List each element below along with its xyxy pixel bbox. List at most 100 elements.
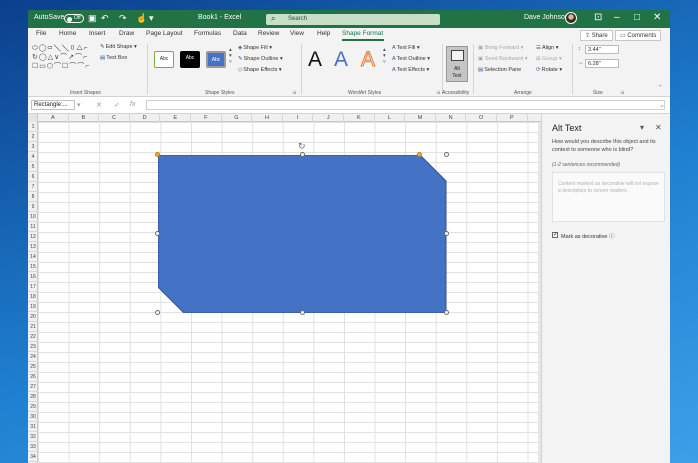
row-header[interactable]: 12 (28, 232, 38, 242)
adjust-handle[interactable] (417, 152, 422, 157)
adjust-handle[interactable] (155, 152, 160, 157)
expand-formula-bar-icon[interactable]: ⌄ (659, 101, 665, 109)
enter-icon[interactable]: ✓ (114, 101, 120, 109)
shape-height-input[interactable]: 3.44" (585, 45, 619, 54)
column-header[interactable]: D (130, 114, 161, 122)
name-box[interactable]: Rectangle:... (31, 100, 75, 110)
row-header[interactable]: 4 (28, 152, 38, 162)
row-header[interactable]: 5 (28, 162, 38, 172)
row-header[interactable]: 16 (28, 272, 38, 282)
column-header[interactable]: F (191, 114, 222, 122)
group-button[interactable]: ⊞ Group ▾ (536, 56, 562, 62)
rotate-button[interactable]: ⟳Rotate ▾ (536, 67, 562, 73)
wordart-style-black[interactable]: A (308, 49, 322, 71)
tab-home[interactable]: Home (59, 30, 76, 37)
row-header[interactable]: 27 (28, 382, 38, 392)
shape-fill-button[interactable]: ◈Shape Fill ▾ (238, 45, 272, 51)
collapse-ribbon-icon[interactable]: ⌃ (658, 85, 663, 91)
tab-data[interactable]: Data (233, 30, 247, 37)
row-header[interactable]: 22 (28, 332, 38, 342)
wordart-launcher-icon[interactable]: ⇲ (436, 90, 440, 96)
tab-insert[interactable]: Insert (89, 30, 105, 37)
row-header[interactable]: 13 (28, 242, 38, 252)
column-header[interactable]: M (405, 114, 436, 122)
row-header[interactable]: 28 (28, 392, 38, 402)
comments-button[interactable]: ▭ Comments (615, 30, 662, 41)
row-header[interactable]: 25 (28, 362, 38, 372)
row-header[interactable]: 15 (28, 262, 38, 272)
redo-icon[interactable]: ↷ (119, 13, 127, 23)
text-fill-button[interactable]: AText Fill ▾ (392, 45, 420, 51)
row-header[interactable]: 7 (28, 182, 38, 192)
column-header[interactable]: O (466, 114, 497, 122)
undo-icon[interactable]: ↶ (101, 13, 109, 23)
search-box[interactable]: ⌕ Search (266, 14, 440, 25)
column-header[interactable]: K (344, 114, 375, 122)
tab-help[interactable]: Help (317, 30, 330, 37)
column-header[interactable]: L (375, 114, 406, 122)
user-name[interactable]: Dave Johnson (524, 14, 569, 21)
name-box-dropdown-icon[interactable]: ▾ (77, 101, 81, 109)
column-header[interactable]: I (283, 114, 314, 122)
resize-handle-left[interactable] (155, 231, 160, 236)
shape-styles-scroll-icon[interactable]: ▴ ▾ ▿ (229, 47, 232, 65)
alt-text-input[interactable]: Content marked as decorative will not ex… (552, 172, 665, 222)
formula-input[interactable] (146, 100, 665, 110)
pane-options-icon[interactable]: ▾ (640, 123, 644, 132)
maximize-icon[interactable]: □ (634, 12, 640, 24)
row-header[interactable]: 6 (28, 172, 38, 182)
autosave-toggle[interactable]: Off (64, 14, 84, 23)
tab-file[interactable]: File (36, 30, 46, 37)
column-header[interactable]: N (436, 114, 467, 122)
column-header[interactable]: E (160, 114, 191, 122)
shape-width-input[interactable]: 6.28" (585, 59, 619, 68)
close-icon[interactable]: ✕ (653, 12, 661, 24)
send-backward-button[interactable]: ▣ Send Backward ▾ (478, 56, 528, 62)
column-header[interactable]: C (99, 114, 130, 122)
row-header[interactable]: 14 (28, 252, 38, 262)
row-header[interactable]: 26 (28, 372, 38, 382)
row-header[interactable]: 31 (28, 422, 38, 432)
column-header[interactable]: H (252, 114, 283, 122)
insert-function-icon[interactable]: fx (130, 101, 135, 108)
ribbon-display-options-icon[interactable]: ⊡ (594, 12, 602, 24)
save-icon[interactable]: ▣ (88, 13, 97, 23)
wordart-style-blue[interactable]: A (334, 49, 348, 71)
size-launcher-icon[interactable]: ⇲ (620, 90, 624, 96)
shape-style-outline[interactable]: Abc (154, 51, 174, 68)
tab-draw[interactable]: Draw (119, 30, 134, 37)
row-header[interactable]: 34 (28, 452, 38, 462)
row-header[interactable]: 3 (28, 142, 38, 152)
tab-shape-format[interactable]: Shape Format (342, 30, 383, 37)
edit-shape-button[interactable]: ✎Edit Shape ▾ (100, 44, 137, 50)
tab-page-layout[interactable]: Page Layout (146, 30, 183, 37)
resize-handle-right[interactable] (444, 231, 449, 236)
tab-formulas[interactable]: Formulas (194, 30, 221, 37)
row-header[interactable]: 17 (28, 282, 38, 292)
row-header[interactable]: 1 (28, 122, 38, 132)
row-header[interactable]: 23 (28, 342, 38, 352)
row-header[interactable]: 24 (28, 352, 38, 362)
shape-effects-button[interactable]: ◇Shape Effects ▾ (238, 67, 282, 73)
resize-handle-bottom-left[interactable] (155, 310, 160, 315)
shapes-gallery[interactable]: ⬭◯▭╲╲▯△⌐ ↻◯△∨⌒↗⌒⌐ ☐▭⬡⌒☐⌒⌒⌐ (32, 44, 96, 84)
alt-text-button[interactable]: Alt Text (446, 46, 468, 82)
tab-review[interactable]: Review (258, 30, 279, 37)
wordart-scroll-icon[interactable]: ▴ ▾ ▿ (383, 47, 386, 65)
row-header[interactable]: 21 (28, 322, 38, 332)
pane-close-icon[interactable]: ✕ (655, 123, 662, 132)
row-header[interactable]: 9 (28, 202, 38, 212)
selected-shape[interactable] (158, 155, 448, 313)
row-header[interactable]: 32 (28, 432, 38, 442)
resize-handle-bottom[interactable] (300, 310, 305, 315)
column-header[interactable]: A (38, 114, 69, 122)
cancel-icon[interactable]: ✕ (96, 101, 102, 109)
row-header[interactable]: 2 (28, 132, 38, 142)
text-outline-button[interactable]: AText Outline ▾ (392, 56, 430, 62)
tab-view[interactable]: View (290, 30, 304, 37)
shape-style-black[interactable]: Abc (180, 51, 200, 68)
row-header[interactable]: 33 (28, 442, 38, 452)
snip-corner-rectangle[interactable] (158, 155, 447, 313)
row-header[interactable]: 10 (28, 212, 38, 222)
row-header[interactable]: 19 (28, 302, 38, 312)
